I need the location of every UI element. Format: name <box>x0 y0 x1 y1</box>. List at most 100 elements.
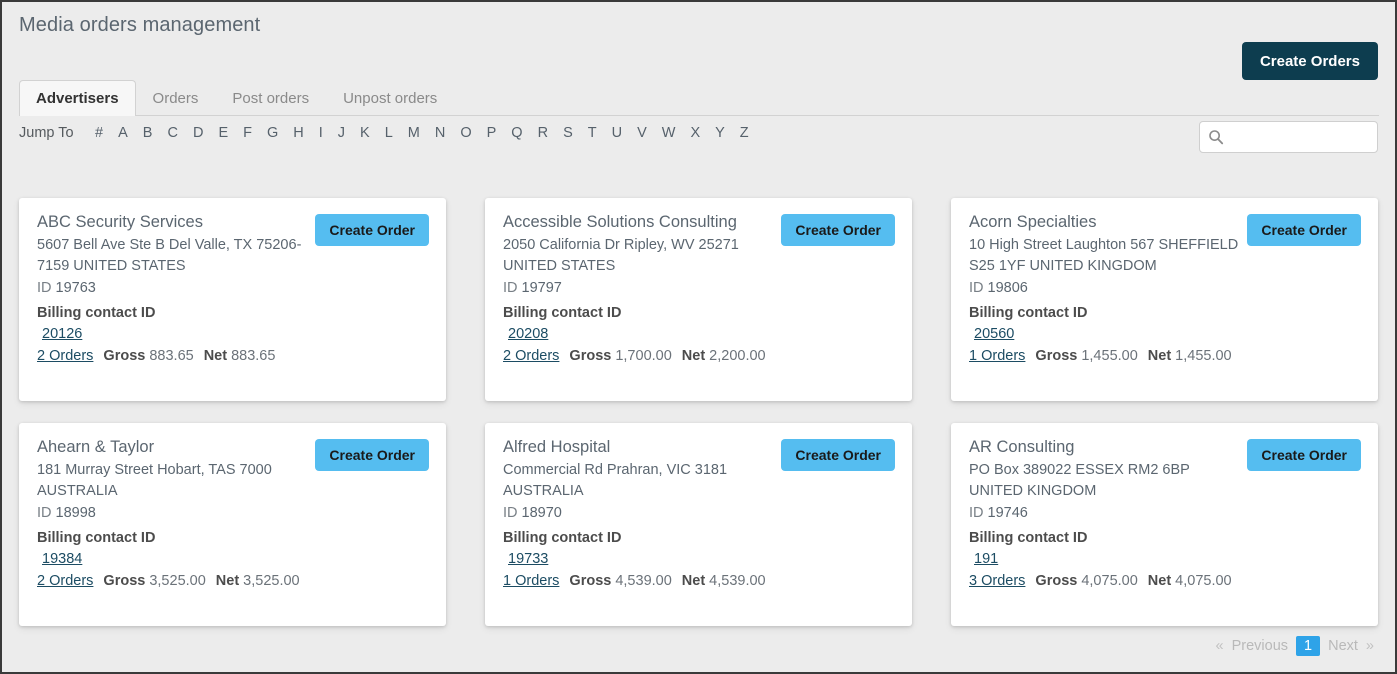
tab-unpost-orders[interactable]: Unpost orders <box>326 80 454 115</box>
jump-to-u[interactable]: U <box>612 125 622 141</box>
jump-to-n[interactable]: N <box>435 125 445 141</box>
billing-contact-label: Billing contact ID <box>503 530 622 546</box>
jump-to-k[interactable]: K <box>360 125 370 141</box>
jump-to-h[interactable]: H <box>293 125 303 141</box>
orders-link[interactable]: 1 Orders <box>969 348 1025 364</box>
jump-to-j[interactable]: J <box>338 125 345 141</box>
tab-orders[interactable]: Orders <box>136 80 216 115</box>
search-input[interactable] <box>1224 122 1377 152</box>
billing-contact-row: 20560 <box>969 324 1360 345</box>
create-order-button[interactable]: Create Order <box>781 214 895 246</box>
billing-contact-id-link[interactable]: 20126 <box>42 324 82 345</box>
billing-contact-row: 191 <box>969 549 1360 570</box>
advertiser-card: Acorn Specialties 10 High Street Laughton… <box>951 198 1378 401</box>
create-order-button[interactable]: Create Order <box>781 439 895 471</box>
net-value: 3,525.00 <box>243 573 300 589</box>
jump-to-a[interactable]: A <box>118 125 128 141</box>
jump-to-s[interactable]: S <box>563 125 573 141</box>
net-label: Net <box>681 573 706 589</box>
advertiser-id: ID 18998 <box>37 502 428 524</box>
search-box[interactable] <box>1199 121 1378 153</box>
jump-to-z[interactable]: Z <box>740 125 749 141</box>
billing-contact-id-link[interactable]: 19384 <box>42 549 82 570</box>
tab-post-orders[interactable]: Post orders <box>215 80 326 115</box>
billing-contact-label: Billing contact ID <box>37 530 156 546</box>
billing-contact-label: Billing contact ID <box>37 305 156 321</box>
jump-to-x[interactable]: X <box>690 125 700 141</box>
jump-to-i[interactable]: I <box>319 125 323 141</box>
pagination-prev-arrow[interactable]: « <box>1212 638 1228 654</box>
jump-to-g[interactable]: G <box>267 125 278 141</box>
billing-contact-id-link[interactable]: 191 <box>974 549 998 570</box>
jump-to-r[interactable]: R <box>538 125 548 141</box>
orders-link[interactable]: 2 Orders <box>37 573 93 589</box>
jump-to-l[interactable]: L <box>385 125 393 141</box>
jump-to-o[interactable]: O <box>460 125 471 141</box>
advertiser-card: Alfred Hospital Commercial Rd Prahran, VI… <box>485 423 912 626</box>
advertiser-id-value: 19746 <box>987 505 1028 521</box>
billing-contact-id-link[interactable]: 20208 <box>508 324 548 345</box>
orders-link[interactable]: 2 Orders <box>37 348 93 364</box>
totals-row: 1 Orders Gross 4,539.00 Net 4,539.00 <box>503 571 894 592</box>
advertiser-id: ID 19806 <box>969 277 1360 299</box>
billing-contact-label: Billing contact ID <box>969 305 1088 321</box>
pagination-page-1[interactable]: 1 <box>1296 636 1321 656</box>
totals-row: 2 Orders Gross 3,525.00 Net 3,525.00 <box>37 571 428 592</box>
jump-to-hash[interactable]: # <box>95 125 103 141</box>
advertiser-card: AR Consulting PO Box 389022 ESSEX RM2 6BP… <box>951 423 1378 626</box>
jump-to-b[interactable]: B <box>143 125 153 141</box>
create-order-button[interactable]: Create Order <box>1247 214 1361 246</box>
jump-to-f[interactable]: F <box>243 125 252 141</box>
orders-link[interactable]: 1 Orders <box>503 573 559 589</box>
create-orders-button[interactable]: Create Orders <box>1241 42 1378 80</box>
gross-value: 883.65 <box>149 348 194 364</box>
jump-to-y[interactable]: Y <box>715 125 725 141</box>
advertiser-id: ID 18970 <box>503 502 894 524</box>
advertiser-card: Accessible Solutions Consulting 2050 Cali… <box>485 198 912 401</box>
tab-advertisers[interactable]: Advertisers <box>19 80 136 116</box>
net-value: 4,539.00 <box>709 573 766 589</box>
net-label: Net <box>215 573 240 589</box>
pagination: « Previous 1 Next » <box>1212 636 1378 656</box>
jump-to-v[interactable]: V <box>637 125 647 141</box>
gross-value: 3,525.00 <box>149 573 206 589</box>
jump-to-e[interactable]: E <box>218 125 228 141</box>
jump-to-m[interactable]: M <box>408 125 420 141</box>
jump-to-d[interactable]: D <box>193 125 203 141</box>
gross-value: 4,075.00 <box>1081 573 1138 589</box>
advertiser-card: Ahearn & Taylor 181 Murray Street Hobart,… <box>19 423 446 626</box>
billing-contact-row: 19384 <box>37 549 428 570</box>
orders-link[interactable]: 2 Orders <box>503 348 559 364</box>
jump-to-q[interactable]: Q <box>511 125 522 141</box>
pagination-previous[interactable]: Previous <box>1228 638 1292 654</box>
pagination-next[interactable]: Next <box>1324 638 1362 654</box>
billing-contact-label: Billing contact ID <box>969 530 1088 546</box>
net-label: Net <box>1147 348 1172 364</box>
jump-to-c[interactable]: C <box>167 125 177 141</box>
jump-to-t[interactable]: T <box>588 125 597 141</box>
net-value: 883.65 <box>231 348 276 364</box>
gross-label: Gross <box>103 573 146 589</box>
create-order-button[interactable]: Create Order <box>315 439 429 471</box>
jump-to-p[interactable]: P <box>487 125 497 141</box>
create-order-button[interactable]: Create Order <box>1247 439 1361 471</box>
gross-label: Gross <box>1035 573 1078 589</box>
pagination-next-arrow[interactable]: » <box>1362 638 1378 654</box>
create-order-button[interactable]: Create Order <box>315 214 429 246</box>
totals-row: 2 Orders Gross 1,700.00 Net 2,200.00 <box>503 346 894 367</box>
billing-contact-id-link[interactable]: 19733 <box>508 549 548 570</box>
jump-to-w[interactable]: W <box>662 125 676 141</box>
advertiser-id-value: 19806 <box>987 280 1028 296</box>
advertiser-card-grid: ABC Security Services 5607 Bell Ave Ste B… <box>19 198 1381 626</box>
billing-contact-row: 20208 <box>503 324 894 345</box>
orders-link[interactable]: 3 Orders <box>969 573 1025 589</box>
advertiser-id: ID 19763 <box>37 277 428 299</box>
advertiser-id-label: ID <box>503 505 518 521</box>
jump-to-label: Jump To <box>19 124 74 141</box>
totals-row: 2 Orders Gross 883.65 Net 883.65 <box>37 346 428 367</box>
net-value: 1,455.00 <box>1175 348 1232 364</box>
net-value: 2,200.00 <box>709 348 766 364</box>
advertiser-id: ID 19797 <box>503 277 894 299</box>
billing-contact-label: Billing contact ID <box>503 305 622 321</box>
billing-contact-id-link[interactable]: 20560 <box>974 324 1014 345</box>
